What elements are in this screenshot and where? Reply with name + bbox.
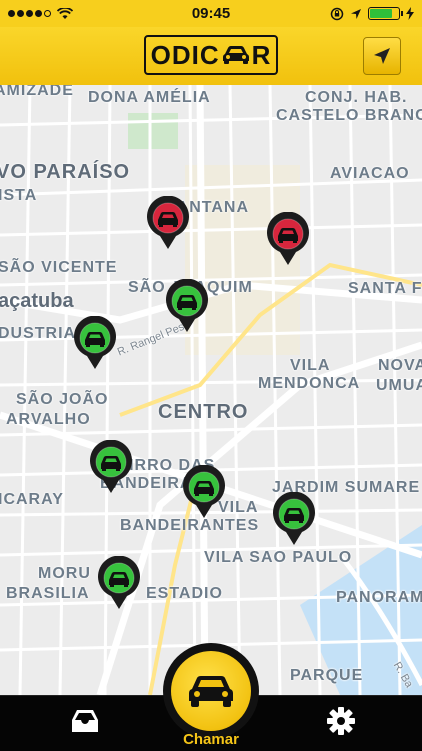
inbox-tray-icon	[72, 710, 98, 732]
map-view[interactable]: AMIZADE DONA AMÉLIA CONJ. HAB. CASTELO B…	[0, 85, 422, 695]
status-bar: 09:45	[0, 0, 422, 27]
map-label-santa: SANTA F	[348, 280, 422, 297]
map-label-acatuba: açatuba	[0, 290, 74, 312]
driver-pin-available[interactable]	[97, 555, 141, 610]
charging-bolt-icon	[406, 7, 414, 20]
battery-icon	[368, 7, 403, 20]
driver-pin-available[interactable]	[182, 464, 226, 519]
map-label-amizade: AMIZADE	[0, 85, 74, 99]
gear-icon	[327, 707, 355, 735]
map-label-dustria: DUSTRIA	[0, 325, 77, 342]
signal-dots-icon	[8, 10, 51, 17]
car-icon	[222, 46, 249, 64]
map-label-bandeirantes: BANDEIRANTES	[120, 517, 260, 534]
map-label-vila: VILA	[290, 357, 331, 374]
map-label-panoram: PANORAM	[336, 589, 422, 606]
map-label-icaray: ICARAY	[0, 491, 64, 508]
map-label-centro: CENTRO	[158, 401, 249, 423]
inbox-tab-button[interactable]	[68, 706, 102, 736]
driver-pin-busy[interactable]	[146, 195, 190, 250]
status-time: 09:45	[191, 5, 231, 22]
app-logo: ODIC R	[144, 35, 278, 75]
map-label-parque: PARQUE	[290, 667, 364, 684]
map-label-nova: NOVA	[378, 357, 422, 374]
map-label-mendonca: MENDONCA	[258, 375, 361, 392]
wifi-icon	[57, 7, 73, 19]
map-label-aviacao: AVIACAO	[330, 165, 410, 182]
navigation-arrow-icon	[374, 48, 390, 64]
map-label-vila-sao-paulo: VILA SAO PAULO	[204, 549, 353, 566]
location-arrow-icon	[351, 8, 361, 19]
map-label-conj-hab: CONJ. HAB.	[305, 89, 408, 106]
map-label-arvalho: ARVALHO	[6, 411, 91, 428]
car-icon	[189, 676, 233, 707]
map-label-dona-amelia: DONA AMÉLIA	[88, 89, 211, 106]
map-label-ista: ISTA	[0, 187, 38, 204]
locate-me-button[interactable]	[363, 37, 401, 75]
driver-pin-available[interactable]	[165, 278, 209, 333]
driver-pin-available[interactable]	[73, 315, 117, 370]
map-label-sao-vicente: SÃO VICENTE	[0, 259, 118, 276]
app-header: ODIC R	[0, 27, 422, 86]
map-label-sao-joao: SÃO JOÃO	[16, 391, 109, 408]
driver-pin-available[interactable]	[272, 491, 316, 546]
driver-pin-busy[interactable]	[266, 211, 310, 266]
map-label-morumbi: MORU	[38, 565, 91, 582]
call-taxi-button[interactable]	[163, 643, 259, 739]
map-label-brasilia: BRASILIA	[6, 585, 90, 602]
map-label-estadio: ESTADIO	[146, 585, 223, 602]
call-label: Chamar	[183, 731, 239, 748]
map-label-castelo-branco: CASTELO BRANCO	[276, 107, 422, 124]
map-label-umua: UMUA	[376, 377, 422, 394]
map-label-novo-paraiso: VO PARAÍSO	[0, 161, 131, 183]
rotation-lock-icon	[330, 7, 344, 20]
driver-pin-available[interactable]	[89, 439, 133, 494]
settings-tab-button[interactable]	[324, 706, 358, 736]
